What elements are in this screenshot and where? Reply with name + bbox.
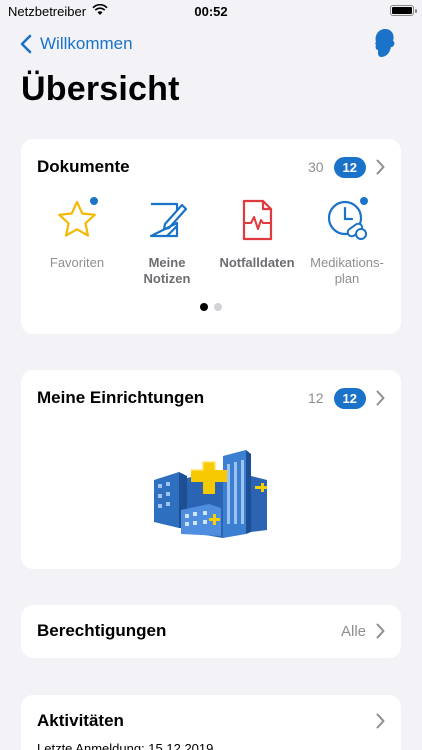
permissions-row[interactable]: Berechtigungen Alle	[37, 619, 385, 643]
favorites-shortcut[interactable]: Favoriten	[32, 195, 122, 271]
documents-new-badge: 12	[333, 156, 366, 178]
favorites-label: Favoriten	[49, 255, 105, 270]
new-indicator-dot	[88, 195, 100, 207]
clock: 00:52	[194, 4, 228, 19]
page-title: Übersicht	[21, 70, 180, 108]
activities-card[interactable]: Aktivitäten Letzte Anmeldung: 15.12.2019	[21, 695, 401, 750]
permissions-card[interactable]: Berechtigungen Alle	[21, 605, 401, 658]
my-notes-label: Meine Notizen	[143, 255, 191, 286]
document-shortcuts: Favoriten Meine Notizen Notfalldaten Med…	[21, 195, 401, 287]
facilities-card[interactable]: Meine Einrichtungen 12 12	[21, 370, 401, 569]
facilities-title: Meine Einrichtungen	[37, 388, 205, 407]
new-indicator-dot	[358, 195, 370, 207]
permissions-value: Alle	[340, 622, 366, 640]
chevron-right-icon	[376, 713, 385, 729]
emergency-doc-icon	[242, 199, 273, 241]
documents-total-count: 30	[307, 159, 324, 175]
page-dot-2	[214, 303, 222, 311]
facilities-total-count: 12	[307, 390, 324, 406]
medication-plan-label: Medikations- plan	[310, 255, 384, 286]
back-button[interactable]: Willkommen	[20, 32, 133, 56]
chevron-right-icon	[376, 623, 385, 639]
battery-icon	[390, 5, 417, 16]
activities-header[interactable]: Aktivitäten	[37, 709, 385, 733]
page-dot-1	[200, 303, 208, 311]
permissions-title: Berechtigungen	[37, 621, 167, 640]
profile-avatar-icon[interactable]	[370, 28, 398, 58]
chevron-right-icon	[376, 390, 385, 406]
emergency-data-shortcut[interactable]: Notfalldaten	[212, 197, 302, 271]
documents-header[interactable]: Dokumente 30 12	[37, 155, 385, 179]
documents-card: Dokumente 30 12 Favoriten Meine Notizen …	[21, 139, 401, 334]
chevron-right-icon	[376, 159, 385, 175]
note-icon	[149, 202, 188, 238]
activities-title: Aktivitäten	[37, 711, 124, 730]
emergency-data-label: Notfalldaten	[219, 255, 295, 270]
documents-title: Dokumente	[37, 157, 130, 176]
last-login-text: Letzte Anmeldung: 15.12.2019	[37, 741, 214, 750]
facilities-new-badge: 12	[333, 387, 366, 409]
chevron-left-icon	[20, 34, 32, 54]
my-notes-shortcut[interactable]: Meine Notizen	[122, 197, 212, 287]
back-button-label: Willkommen	[40, 34, 133, 53]
medication-plan-shortcut[interactable]: Medikations- plan	[302, 195, 392, 287]
facilities-header[interactable]: Meine Einrichtungen 12 12	[37, 386, 385, 410]
status-bar: Netzbetreiber 00:52	[0, 0, 422, 24]
page-indicator[interactable]	[21, 303, 401, 311]
hospital-buildings-illustration	[154, 450, 267, 538]
